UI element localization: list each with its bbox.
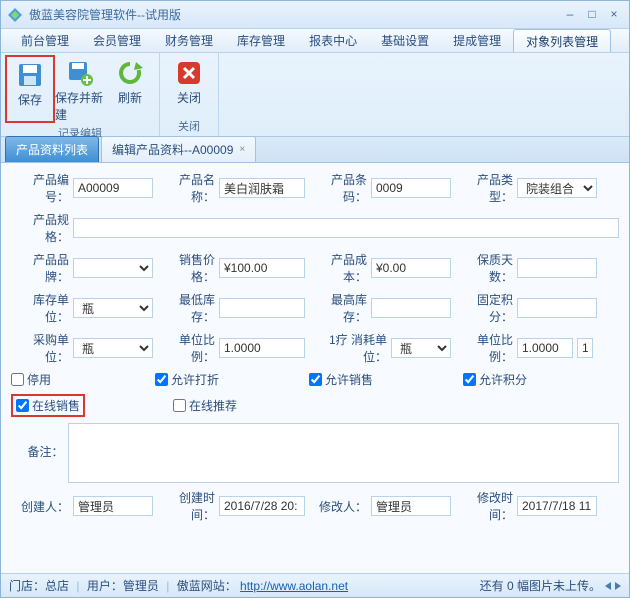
lbl-spec: 产品规格：	[11, 211, 69, 245]
menu-front[interactable]: 前台管理	[9, 29, 81, 52]
lbl-stock-unit: 库存单位：	[11, 291, 69, 325]
app-window: 傲蓝美容院管理软件--试用版 – □ × 前台管理 会员管理 财务管理 库存管理…	[0, 0, 630, 598]
input-creator[interactable]	[73, 496, 153, 516]
lbl-brand: 产品品牌：	[11, 251, 69, 285]
input-prod-no[interactable]	[73, 178, 153, 198]
save-new-icon	[66, 59, 94, 87]
refresh-button[interactable]: 刷新	[105, 55, 155, 123]
menu-finance[interactable]: 财务管理	[153, 29, 225, 52]
tabbar: 产品资料列表 编辑产品资料--A00009×	[1, 137, 629, 163]
textarea-remark[interactable]	[68, 423, 619, 483]
chk-allow-points[interactable]: 允许积分	[463, 371, 527, 388]
close-button[interactable]: 关闭	[164, 55, 214, 116]
input-spec[interactable]	[73, 218, 619, 238]
lbl-modify-time: 修改时间：	[455, 489, 513, 523]
menu-member[interactable]: 会员管理	[81, 29, 153, 52]
lbl-purchase-unit: 采购单位：	[11, 331, 69, 365]
input-cost[interactable]	[371, 258, 451, 278]
save-label: 保存	[18, 91, 42, 108]
close-window-button[interactable]: ×	[605, 7, 623, 23]
lbl-fixed-points: 固定积分：	[455, 291, 513, 325]
select-brand[interactable]	[73, 258, 153, 278]
input-create-time[interactable]	[219, 496, 305, 516]
tab-edit-product[interactable]: 编辑产品资料--A00009×	[101, 136, 256, 162]
chk-disable[interactable]: 停用	[11, 371, 51, 388]
ribbon: 保存 保存并新建 刷新 记录编辑 关闭 关闭	[1, 53, 629, 137]
input-barcode[interactable]	[371, 178, 451, 198]
tab-close-icon[interactable]: ×	[239, 144, 245, 155]
chk-allow-sale[interactable]: 允许销售	[309, 371, 373, 388]
lbl-remark: 备注：	[11, 423, 64, 460]
status-site-link[interactable]: http://www.aolan.net	[240, 579, 348, 593]
input-shelf[interactable]	[517, 258, 597, 278]
lbl-creator: 创建人：	[11, 498, 69, 515]
input-price[interactable]	[219, 258, 305, 278]
input-unit-ratio2-extra[interactable]	[577, 338, 593, 358]
menu-commission[interactable]: 提成管理	[441, 29, 513, 52]
input-modify-time[interactable]	[517, 496, 597, 516]
lbl-prod-name: 产品名称：	[157, 171, 215, 205]
close-label: 关闭	[177, 89, 201, 106]
maximize-button[interactable]: □	[583, 7, 601, 23]
save-icon	[16, 61, 44, 89]
lbl-prod-no: 产品编号：	[11, 171, 69, 205]
window-title: 傲蓝美容院管理软件--试用版	[29, 6, 557, 23]
save-new-label: 保存并新建	[55, 89, 105, 123]
save-button[interactable]: 保存	[5, 55, 55, 123]
chk-online-recommend[interactable]: 在线推荐	[173, 397, 237, 414]
lbl-unit-ratio2: 单位比例：	[455, 331, 513, 365]
refresh-label: 刷新	[118, 89, 142, 106]
close-icon	[175, 59, 203, 87]
lbl-create-time: 创建时间：	[157, 489, 215, 523]
status-next-icon[interactable]	[615, 582, 621, 590]
select-stock-unit[interactable]: 瓶	[73, 298, 153, 318]
menu-objectlist[interactable]: 对象列表管理	[513, 29, 611, 52]
input-prod-name[interactable]	[219, 178, 305, 198]
input-unit-ratio1[interactable]	[219, 338, 305, 358]
titlebar: 傲蓝美容院管理软件--试用版 – □ ×	[1, 1, 629, 29]
input-fixed-points[interactable]	[517, 298, 597, 318]
statusbar: 门店：总店 | 用户：管理员 | 傲蓝网站： http://www.aolan.…	[1, 573, 629, 597]
app-logo-icon	[7, 7, 23, 23]
chk-online-sale[interactable]: 在线销售	[11, 394, 85, 417]
tab-product-list[interactable]: 产品资料列表	[5, 136, 99, 162]
lbl-price: 销售价格：	[157, 251, 215, 285]
menu-stock[interactable]: 库存管理	[225, 29, 297, 52]
input-unit-ratio2[interactable]	[517, 338, 573, 358]
status-left: 门店：总店 | 用户：管理员 | 傲蓝网站： http://www.aolan.…	[9, 577, 348, 594]
form-area: 产品编号： 产品名称： 产品条码： 产品类型： 院装组合 产品规格： 产品品牌：…	[1, 163, 629, 573]
ribbon-group-close-label: 关闭	[164, 116, 214, 136]
chk-allow-discount[interactable]: 允许打折	[155, 371, 219, 388]
refresh-icon	[116, 59, 144, 87]
input-max-stock[interactable]	[371, 298, 451, 318]
status-prev-icon[interactable]	[605, 582, 611, 590]
input-modifier[interactable]	[371, 496, 451, 516]
select-consume-unit[interactable]: 瓶	[391, 338, 451, 358]
lbl-barcode: 产品条码：	[309, 171, 367, 205]
select-purchase-unit[interactable]: 瓶	[73, 338, 153, 358]
menu-report[interactable]: 报表中心	[297, 29, 369, 52]
lbl-max-stock: 最高库存：	[309, 291, 367, 325]
menubar: 前台管理 会员管理 财务管理 库存管理 报表中心 基础设置 提成管理 对象列表管…	[1, 29, 629, 53]
lbl-consume-unit: 1疗 消耗单位：	[309, 331, 387, 365]
lbl-unit-ratio1: 单位比例：	[157, 331, 215, 365]
input-min-stock[interactable]	[219, 298, 305, 318]
lbl-prod-type: 产品类型：	[455, 171, 513, 205]
ribbon-group-close: 关闭 关闭	[160, 53, 219, 136]
save-new-button[interactable]: 保存并新建	[55, 55, 105, 123]
lbl-modifier: 修改人：	[309, 498, 367, 515]
select-prod-type[interactable]: 院装组合	[517, 178, 597, 198]
lbl-cost: 产品成本：	[309, 251, 367, 285]
menu-settings[interactable]: 基础设置	[369, 29, 441, 52]
status-right: 还有 0 幅图片未上传。	[480, 577, 621, 594]
lbl-shelf: 保质天数：	[455, 251, 513, 285]
minimize-button[interactable]: –	[561, 7, 579, 23]
ribbon-group-edit: 保存 保存并新建 刷新 记录编辑	[1, 53, 160, 136]
lbl-min-stock: 最低库存：	[157, 291, 215, 325]
